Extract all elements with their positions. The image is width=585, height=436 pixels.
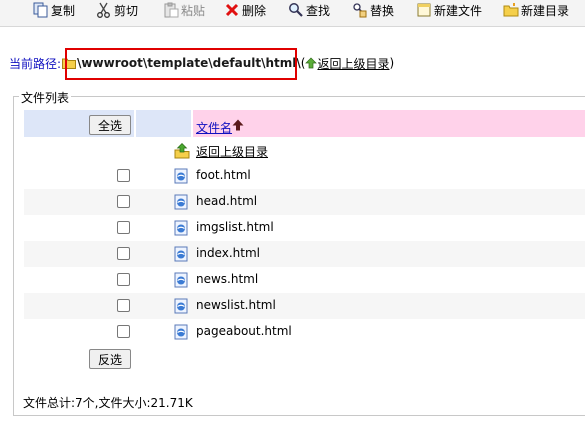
file-checkbox[interactable] bbox=[117, 273, 130, 286]
copy-icon bbox=[33, 2, 48, 18]
file-name[interactable]: pageabout.html bbox=[196, 324, 292, 338]
replace-icon bbox=[353, 3, 367, 18]
cut-label: 剪切 bbox=[114, 3, 139, 18]
file-checkbox[interactable] bbox=[117, 325, 130, 338]
file-checkbox[interactable] bbox=[117, 169, 130, 182]
current-path-label: 当前路径: bbox=[9, 56, 62, 71]
file-row: newslist.html bbox=[24, 293, 585, 319]
path-highlight-box bbox=[65, 48, 297, 80]
html-file-icon bbox=[174, 298, 188, 314]
paste-icon bbox=[164, 2, 179, 18]
new-directory-label: 新建目录 bbox=[521, 3, 570, 18]
file-row: head.html bbox=[24, 189, 585, 215]
delete-label: 删除 bbox=[242, 3, 267, 18]
delete-x-icon bbox=[225, 3, 239, 17]
up-arrow-icon bbox=[305, 57, 318, 69]
paste-button[interactable]: 粘贴 bbox=[163, 1, 205, 19]
html-file-icon bbox=[174, 168, 188, 184]
new-folder-icon bbox=[503, 3, 519, 17]
find-label: 查找 bbox=[306, 3, 331, 18]
parent-directory-row: 返回上级目录 bbox=[24, 138, 585, 164]
file-row: foot.html bbox=[24, 163, 585, 189]
html-file-icon bbox=[174, 194, 188, 210]
toolbar: 复制 剪切 粘贴 删除 查找 替换 新建文件 新建目录 bbox=[0, 0, 585, 27]
invert-selection-button[interactable]: 反选 bbox=[89, 349, 131, 369]
search-icon bbox=[289, 3, 303, 17]
new-file-label: 新建文件 bbox=[434, 3, 483, 18]
file-row: imgslist.html bbox=[24, 215, 585, 241]
file-name[interactable]: foot.html bbox=[196, 168, 251, 182]
file-name[interactable]: news.html bbox=[196, 272, 258, 286]
file-list-legend: 文件列表 bbox=[19, 89, 72, 106]
new-file-button[interactable]: 新建文件 bbox=[416, 1, 482, 19]
select-all-button[interactable]: 全选 bbox=[89, 115, 131, 135]
html-file-icon bbox=[174, 246, 188, 262]
header-icon-cell bbox=[136, 110, 191, 137]
parent-directory-link[interactable]: 返回上级目录 bbox=[317, 55, 389, 72]
cut-button[interactable]: 剪切 bbox=[96, 1, 138, 19]
paste-label: 粘贴 bbox=[181, 3, 206, 18]
filename-sort-link[interactable]: 文件名 bbox=[196, 119, 232, 136]
file-name[interactable]: index.html bbox=[196, 246, 260, 260]
new-directory-button[interactable]: 新建目录 bbox=[503, 1, 569, 19]
file-checkbox[interactable] bbox=[117, 247, 130, 260]
file-row: pageabout.html bbox=[24, 319, 585, 345]
up-folder-icon bbox=[174, 143, 190, 159]
file-row: index.html bbox=[24, 241, 585, 267]
copy-button[interactable]: 复制 bbox=[33, 1, 75, 19]
html-file-icon bbox=[174, 324, 188, 340]
file-name[interactable]: imgslist.html bbox=[196, 220, 274, 234]
html-file-icon bbox=[174, 272, 188, 288]
header-filename-cell bbox=[193, 110, 585, 137]
file-checkbox[interactable] bbox=[117, 195, 130, 208]
file-name[interactable]: head.html bbox=[196, 194, 257, 208]
file-summary: 文件总计:7个,文件大小:21.71K bbox=[23, 396, 193, 410]
file-row: news.html bbox=[24, 267, 585, 293]
new-file-icon bbox=[417, 3, 431, 17]
delete-button[interactable]: 删除 bbox=[224, 1, 266, 19]
scissors-icon bbox=[97, 2, 110, 18]
html-file-icon bbox=[174, 220, 188, 236]
parent-directory-row-link[interactable]: 返回上级目录 bbox=[196, 143, 268, 160]
close-paren: ) bbox=[389, 56, 395, 70]
file-checkbox[interactable] bbox=[117, 299, 130, 312]
file-name[interactable]: newslist.html bbox=[196, 298, 276, 312]
replace-label: 替换 bbox=[370, 3, 395, 18]
find-button[interactable]: 查找 bbox=[288, 1, 330, 19]
sort-arrow-icon[interactable] bbox=[232, 119, 244, 131]
file-checkbox[interactable] bbox=[117, 221, 130, 234]
copy-label: 复制 bbox=[51, 3, 76, 18]
replace-button[interactable]: 替换 bbox=[352, 1, 394, 19]
